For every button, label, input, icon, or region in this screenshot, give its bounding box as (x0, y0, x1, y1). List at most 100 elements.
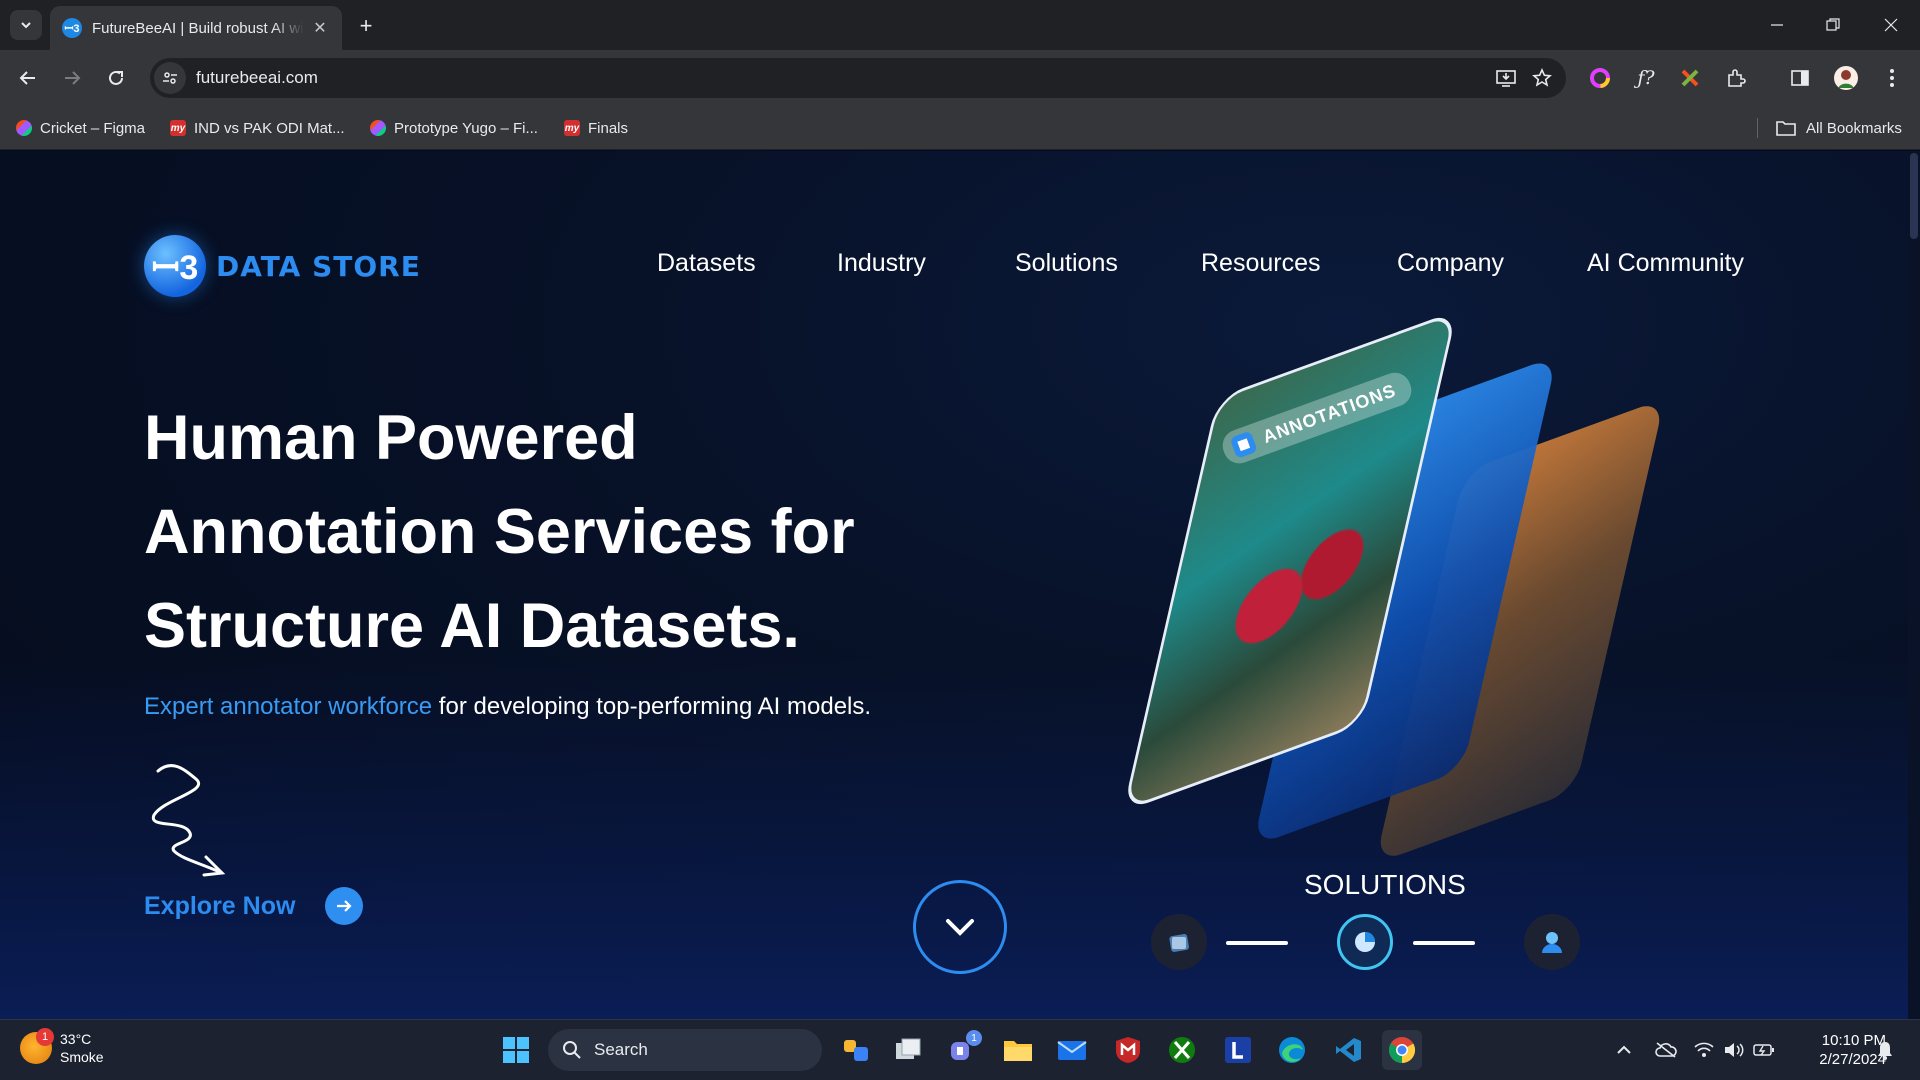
forward-button[interactable] (56, 62, 88, 94)
nav-datasets[interactable]: Datasets (657, 249, 756, 278)
arrow-right-icon (65, 71, 81, 85)
url-text[interactable]: futurebeeai.com (196, 68, 1488, 88)
star-icon (1532, 68, 1552, 87)
weather-temp: 33°C (60, 1031, 92, 1047)
side-panel-button[interactable] (1784, 62, 1816, 94)
l-app[interactable] (1218, 1030, 1258, 1070)
edge-app[interactable] (1272, 1030, 1312, 1070)
back-button[interactable] (12, 62, 44, 94)
battery-tray-icon[interactable] (1752, 1038, 1776, 1062)
bookmark-divider (1757, 118, 1758, 138)
mail-app[interactable] (1052, 1030, 1092, 1070)
hero-title: Human Powered Annotation Services for St… (144, 403, 855, 661)
bookmarks-bar: Cricket – Figma my IND vs PAK ODI Mat...… (0, 106, 1920, 150)
folder-icon (1776, 121, 1796, 136)
font-finder-extension-icon[interactable]: ƒ? (1630, 62, 1662, 94)
show-hidden-icons-button[interactable] (1612, 1038, 1636, 1062)
bookmark-label: Finals (588, 119, 629, 137)
arrow-right-circle-icon (325, 887, 364, 925)
minimize-button[interactable] (1756, 8, 1798, 42)
nav-company[interactable]: Company (1397, 249, 1504, 278)
tune-icon (163, 72, 177, 84)
tools-extension-icon[interactable] (1674, 62, 1706, 94)
new-tab-button[interactable]: + (352, 12, 380, 40)
bookmark-label: Prototype Yugo – Fi... (394, 119, 538, 137)
tab-search-button[interactable] (10, 10, 42, 40)
explore-now-button[interactable]: Explore Now (144, 887, 364, 925)
solution-connector (1413, 941, 1475, 945)
search-label: Search (594, 1040, 648, 1059)
copilot-preview-app[interactable] (836, 1030, 876, 1070)
windows-logo-icon (503, 1037, 529, 1063)
page-scrollbar[interactable] (1908, 151, 1920, 1019)
avatar-icon (1834, 66, 1858, 90)
notifications-button[interactable] (1873, 1038, 1897, 1062)
close-tab-icon[interactable]: ✕ (310, 18, 330, 38)
file-explorer-app[interactable] (998, 1030, 1038, 1070)
weather-widget[interactable]: 1 33°C Smoke (20, 1028, 104, 1066)
mcafee-shield-icon (1116, 1037, 1140, 1063)
folder-icon (1004, 1041, 1032, 1061)
address-bar[interactable]: futurebeeai.com (150, 58, 1566, 98)
chrome-app-active[interactable] (1382, 1030, 1422, 1070)
chevron-down-icon (946, 919, 974, 936)
bookmark-star-icon[interactable] (1524, 60, 1560, 96)
weather-text: 33°C Smoke (60, 1030, 104, 1066)
volume-tray-icon[interactable] (1722, 1038, 1746, 1062)
arrow-left-icon (19, 71, 35, 85)
onedrive-tray-icon[interactable] (1654, 1038, 1678, 1062)
extensions-button[interactable] (1720, 62, 1752, 94)
more-vert-icon (1890, 69, 1894, 87)
bookmark-item[interactable]: Cricket – Figma (16, 116, 145, 140)
search-icon (563, 1041, 581, 1059)
mcafee-app[interactable] (1108, 1030, 1148, 1070)
my-icon: my (564, 120, 580, 136)
reload-button[interactable] (100, 62, 132, 94)
solution-tab-3[interactable] (1524, 914, 1580, 970)
nav-industry[interactable]: Industry (837, 249, 926, 278)
color-picker-extension-icon[interactable] (1584, 62, 1616, 94)
profile-avatar[interactable] (1830, 62, 1862, 94)
xbox-icon (1169, 1037, 1195, 1063)
restore-icon (1826, 18, 1840, 31)
wifi-tray-icon[interactable] (1692, 1038, 1716, 1062)
teams-badge: 1 (966, 1030, 982, 1046)
task-view-app[interactable] (888, 1030, 928, 1070)
all-bookmarks-button[interactable]: All Bookmarks (1776, 116, 1902, 140)
bookmark-item[interactable]: Prototype Yugo – Fi... (370, 116, 538, 140)
annotation-tag-icon (1229, 430, 1258, 459)
site-info-icon[interactable] (154, 62, 186, 94)
colorful-ring-icon (1590, 68, 1610, 88)
browser-tab-active[interactable]: ꟷ3 FutureBeeAI | Build robust AI wi ✕ (50, 6, 342, 50)
weather-desc: Smoke (60, 1049, 104, 1065)
nav-ai-community[interactable]: AI Community (1587, 249, 1744, 278)
bookmark-item[interactable]: my Finals (564, 116, 628, 140)
clock-date: 2/27/2024 (1819, 1051, 1886, 1068)
scrollbar-thumb[interactable] (1910, 153, 1918, 239)
browser-toolbar: futurebeeai.com ƒ? (0, 50, 1920, 106)
vscode-app[interactable] (1328, 1030, 1368, 1070)
solution-tab-2[interactable] (1337, 914, 1393, 970)
puzzle-icon (1728, 69, 1746, 87)
teams-app[interactable]: 1 (942, 1030, 982, 1070)
chrome-menu-button[interactable] (1876, 62, 1908, 94)
taskbar-clock[interactable]: 10:10 PM 2/27/2024 (1790, 1031, 1886, 1069)
scroll-down-button[interactable] (913, 880, 1007, 974)
restore-button[interactable] (1812, 8, 1854, 42)
webpage-viewport: ꟷ3 DATA STORE Datasets Industry Solution… (0, 151, 1920, 1019)
start-button[interactable] (496, 1030, 536, 1070)
hero-subtitle: Expert annotator workforce for developin… (144, 693, 871, 721)
mail-icon (1057, 1041, 1087, 1060)
l-letter-icon (1225, 1037, 1251, 1063)
close-window-button[interactable] (1870, 8, 1912, 42)
weather-sun-icon: 1 (20, 1028, 54, 1064)
taskbar-search[interactable]: Search (548, 1029, 822, 1071)
install-app-icon[interactable] (1488, 60, 1524, 96)
nav-solutions[interactable]: Solutions (1015, 249, 1118, 278)
nav-resources[interactable]: Resources (1201, 249, 1321, 278)
solution-tab-1[interactable] (1151, 914, 1207, 970)
person-icon (1542, 932, 1562, 953)
bookmark-item[interactable]: my IND vs PAK ODI Mat... (170, 116, 345, 140)
explore-now-label: Explore Now (144, 891, 296, 920)
xbox-app[interactable] (1162, 1030, 1202, 1070)
